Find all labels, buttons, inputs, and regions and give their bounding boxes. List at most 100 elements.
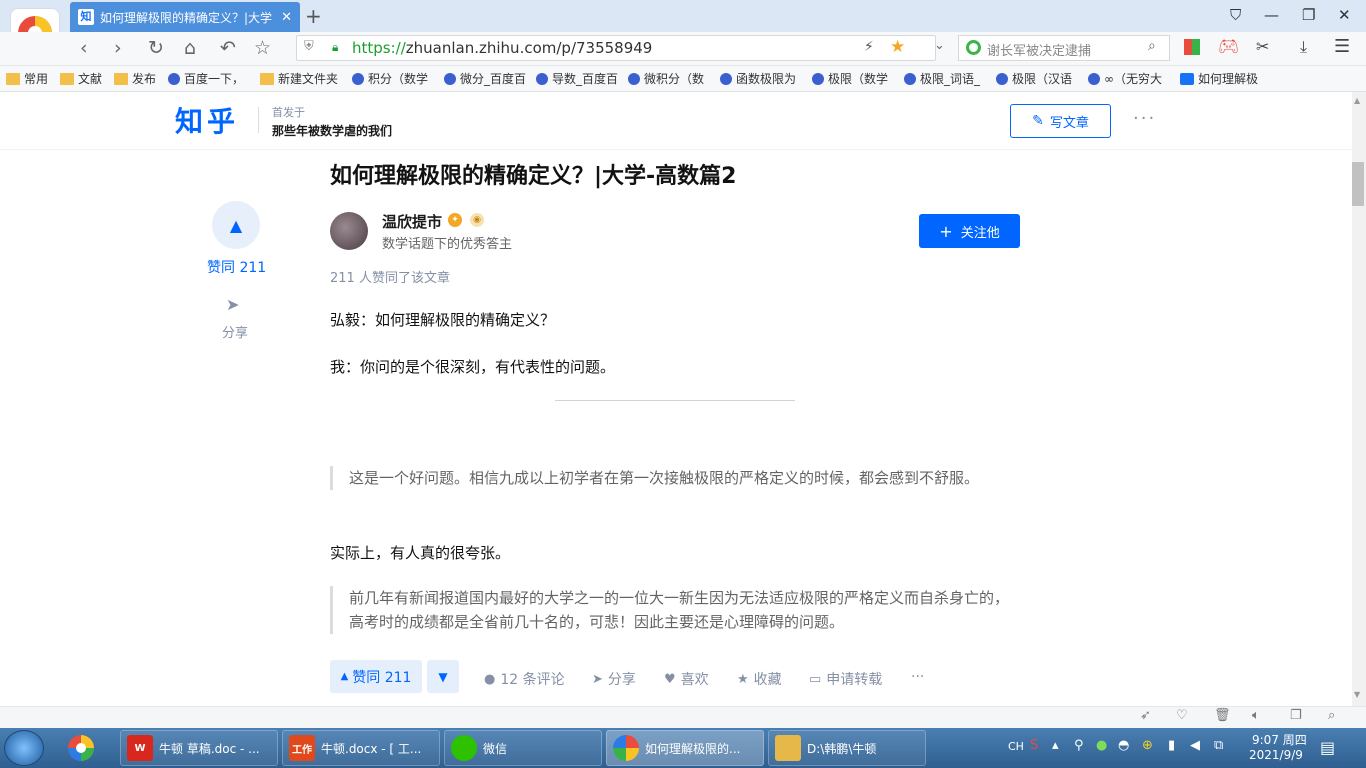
window-icon[interactable]: ❐ [1290,708,1302,723]
refresh-icon[interactable]: ↻ [148,37,164,59]
lightning-icon[interactable]: ⚡ [864,39,874,55]
bookmark-item[interactable]: 函数极限为 [720,70,812,87]
bookmark-item[interactable]: 新建文件夹 [260,70,352,87]
pinned-browser-icon[interactable] [64,731,104,765]
triangle-down-icon: ▼ [438,669,448,684]
likes-summary[interactable]: 211 人赞同了该文章 [330,267,450,286]
like-button[interactable]: ♥ 喜欢 [664,669,709,689]
game-icon[interactable]: 🎮︎ [1218,37,1240,57]
bookmark-item[interactable]: ∞（无穷大 [1088,70,1180,87]
clock-date[interactable]: 2021/9/9 [1249,748,1303,762]
qq-icon[interactable]: ◓ [1118,738,1129,753]
language-indicator[interactable]: CH [1008,740,1024,753]
bookmark-item[interactable]: 导数_百度百 [536,70,628,87]
home-icon[interactable]: ⌂ [184,37,196,59]
baidu-paw-icon [720,72,732,85]
bookmark-label: 极限_词语_ [920,72,981,86]
download-icon[interactable]: ⤓ [1300,37,1307,57]
search-input[interactable]: 谢长军被决定逮捕 [958,35,1170,61]
bookmark-item[interactable]: 文献 [60,70,114,87]
shirt-skin-icon[interactable]: ⛉ [1230,6,1241,24]
battery-icon[interactable]: ▮ [1168,738,1175,753]
start-button[interactable] [4,730,44,766]
column-name-link[interactable]: 那些年被数学虐的我们 [272,122,392,139]
shield-icon[interactable]: ⛨ [304,39,314,54]
undo-icon[interactable]: ↶ [220,37,236,59]
wechat-tray-icon[interactable]: ● [1096,738,1107,753]
taskbar-item-label: 微信 [483,741,508,756]
comments-button[interactable]: ● 12 条评论 [484,669,565,689]
wechat-icon [451,735,477,761]
close-window-icon[interactable]: ✕ [1338,6,1351,24]
follow-button[interactable]: + 关注他 [919,214,1020,248]
plus-circle-icon[interactable]: ⊕ [1142,738,1153,753]
search-icon[interactable]: ⌕ [1148,38,1156,54]
volume-tray-icon[interactable]: ◀︎ [1190,738,1200,753]
back-icon[interactable]: ‹ [80,37,88,59]
new-tab-button[interactable]: + [305,4,322,28]
bookmark-item[interactable]: 百度一下， [168,70,260,87]
bookmark-item[interactable]: 极限_词语_ [904,70,996,87]
wifi-icon[interactable]: ⧉ [1214,738,1223,753]
baidu-paw-icon [628,72,640,85]
side-upvote-button[interactable]: ▲ [212,201,260,249]
sogou-input-icon[interactable]: S [1030,738,1038,753]
collect-button[interactable]: ★ 收藏 [737,669,782,689]
comments-label: 12 条评论 [500,672,565,688]
bookmark-star-icon[interactable]: ☆ [254,37,271,59]
bookmark-item[interactable]: 极限（汉语 [996,70,1088,87]
bookmark-item[interactable]: 微积分（数 [628,70,720,87]
search-engine-icon [966,40,981,55]
upvote-button[interactable]: ▲ 赞同 211 [330,660,422,693]
bookmark-item[interactable]: 积分（数学 [352,70,444,87]
star-icon: ★ [737,671,749,687]
zoom-icon[interactable]: ⌕ [1328,708,1335,723]
zhihu-logo[interactable]: 知乎 [175,100,239,140]
health-icon[interactable]: ♡ [1176,708,1188,723]
bookmark-item[interactable]: 如何理解极 [1180,70,1270,87]
notification-icon[interactable]: ▤ [1320,738,1335,757]
more-options-icon[interactable]: ··· [1133,108,1156,129]
downvote-button[interactable]: ▼ [427,660,459,693]
avatar[interactable] [330,212,368,250]
taskbar-item[interactable]: 微信 [444,730,602,766]
share-button[interactable]: ➤ 分享 [592,669,636,689]
scrollbar-thumb[interactable] [1352,162,1364,206]
more-actions-icon[interactable]: ··· [911,669,924,685]
tab-close-icon[interactable]: ✕ [281,10,292,25]
scroll-down-icon[interactable]: ▼ [1354,690,1360,699]
taskbar-item[interactable]: 工作 牛顿.docx - [ 工... [282,730,440,766]
scissors-icon[interactable]: ✂ [1256,37,1269,56]
chevron-down-icon[interactable]: ⌄ [934,38,945,53]
rocket-icon[interactable]: ➶ [1140,708,1151,723]
upvote-label: 赞同 211 [352,669,412,686]
clock-time[interactable]: 9:07 周四 [1252,731,1307,748]
reprint-button[interactable]: ▭ 申请转载 [809,669,882,689]
taskbar-item[interactable]: D:\韩鹏\牛顿 [768,730,926,766]
taskbar-item[interactable]: W 牛顿 草稿.doc - ... [120,730,278,766]
tray-expand-icon[interactable]: ▴ [1052,738,1059,753]
menu-icon[interactable]: ☰ [1334,36,1350,57]
apps-grid-icon[interactable] [1184,39,1200,55]
network-icon[interactable]: ⚲ [1074,738,1084,753]
bookmark-item[interactable]: 极限（数学 [812,70,904,87]
share-icon[interactable]: ➤ [226,295,239,314]
write-article-button[interactable]: ✎ 写文章 [1010,104,1111,138]
scroll-up-icon[interactable]: ▲ [1354,96,1360,105]
volume-icon[interactable]: 🔈︎ [1252,708,1260,723]
bookmark-item[interactable]: 发布 [114,70,168,87]
minimize-icon[interactable]: — [1264,6,1279,24]
tab-active[interactable]: 知 如何理解极限的精确定义？|大学 ✕ [70,2,300,32]
bookmark-item[interactable]: 微分_百度百 [444,70,536,87]
url-text[interactable]: https://zhuanlan.zhihu.com/p/73558949 [352,39,652,57]
taskbar-item-active[interactable]: 如何理解极限的... [606,730,764,766]
trash-icon[interactable]: 🗑︎ [1214,708,1231,723]
author-name[interactable]: 温欣提市 [382,211,442,232]
side-share-label[interactable]: 分享 [222,322,248,341]
favorite-star-icon[interactable]: ★ [890,37,905,57]
forward-icon[interactable]: › [114,37,122,59]
side-vote-count[interactable]: 赞同 211 [207,257,266,277]
url-path: /p/73558949 [556,39,653,57]
restore-icon[interactable]: ❐ [1302,6,1315,24]
bookmark-item[interactable]: 常用 [6,70,60,87]
